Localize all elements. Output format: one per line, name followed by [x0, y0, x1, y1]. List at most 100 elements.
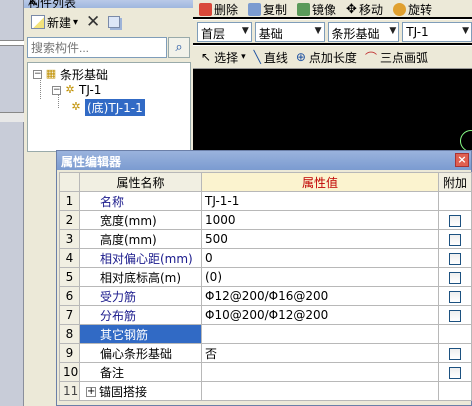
- property-row-selected[interactable]: 8 其它钢筋: [59, 324, 472, 344]
- point-length-button[interactable]: ⊕ 点加长度: [296, 49, 357, 66]
- property-value[interactable]: 500: [201, 229, 439, 249]
- extra-cell: [438, 324, 472, 344]
- property-row[interactable]: 1 名称 TJ-1-1: [59, 191, 472, 211]
- property-group[interactable]: + 锚固搭接: [79, 381, 202, 401]
- extra-checkbox[interactable]: [449, 214, 461, 227]
- property-editor-window: 属性编辑器 × 属性名称 属性值 附加 1 名称 TJ-1-1 2 宽度(mm): [56, 150, 472, 406]
- extra-cell: [438, 267, 472, 287]
- dock-tab[interactable]: [0, 40, 24, 46]
- property-row[interactable]: 4 相对偏心距(mm) 0: [59, 248, 472, 268]
- row-index: 9: [59, 343, 80, 363]
- property-value[interactable]: Φ12@200/Φ16@200: [201, 286, 439, 306]
- chevron-down-icon[interactable]: ▾: [73, 17, 78, 28]
- extra-checkbox[interactable]: [449, 233, 461, 246]
- extra-checkbox[interactable]: [449, 347, 461, 360]
- category-select[interactable]: 基础 ▼: [254, 21, 325, 42]
- pointer-icon: ↖: [201, 50, 212, 64]
- edit-toolbar: 删除 复制 镜像 ✥ 移动 旋转: [193, 0, 472, 17]
- expand-icon[interactable]: +: [86, 387, 96, 397]
- extra-checkbox[interactable]: [449, 271, 461, 284]
- search-input[interactable]: [27, 37, 167, 58]
- property-value[interactable]: [201, 324, 439, 344]
- extra-checkbox[interactable]: [449, 252, 461, 265]
- row-index: 5: [59, 267, 80, 287]
- property-row[interactable]: 6 受力筋 Φ12@200/Φ16@200: [59, 286, 472, 306]
- chevron-down-icon[interactable]: ▾: [241, 52, 246, 62]
- type-select-value: 条形基础: [331, 26, 380, 41]
- property-row[interactable]: 3 高度(mm) 500: [59, 229, 472, 249]
- close-icon[interactable]: ×: [28, 0, 190, 7]
- extra-cell: [438, 191, 472, 211]
- extra-cell: [438, 229, 472, 249]
- extra-checkbox[interactable]: [449, 290, 461, 303]
- delete-component-button[interactable]: ✕: [84, 12, 102, 32]
- copy-icon: [108, 16, 121, 28]
- move-icon: ✥: [346, 2, 357, 17]
- component-select[interactable]: TJ-1 ▼: [402, 21, 472, 42]
- extra-column-header: 附加: [438, 172, 472, 192]
- property-value[interactable]: Φ10@200/Φ12@200: [201, 305, 439, 325]
- property-value[interactable]: (0): [201, 267, 439, 287]
- collapse-icon[interactable]: −: [52, 85, 61, 95]
- property-name: 锚固搭接: [99, 384, 148, 399]
- type-select[interactable]: 条形基础 ▼: [327, 21, 400, 42]
- tree-node-label: 条形基础: [60, 67, 109, 82]
- chevron-down-icon: ▼: [241, 25, 249, 36]
- floor-select-value: 首层: [201, 26, 226, 41]
- filter-toolbar: 首层 ▼ 基础 ▼ 条形基础 ▼ TJ-1 ▼: [193, 19, 472, 43]
- delete-label: 删除: [214, 3, 239, 17]
- property-row[interactable]: 11 + 锚固搭接: [59, 381, 472, 401]
- property-row[interactable]: 7 分布筋 Φ10@200/Φ12@200: [59, 305, 472, 325]
- delete-button[interactable]: 删除: [199, 1, 238, 17]
- tree-node-strip-foundation[interactable]: − ▦ 条形基础: [33, 66, 108, 82]
- rotate-icon: [392, 3, 406, 16]
- close-button[interactable]: ×: [455, 153, 469, 167]
- tree-node-tj1[interactable]: − ✲ TJ-1: [52, 82, 101, 98]
- row-index: 7: [59, 305, 80, 325]
- copy-button[interactable]: 复制: [248, 1, 287, 17]
- delete-icon: [199, 3, 212, 16]
- property-value[interactable]: 否: [201, 343, 439, 363]
- line-button[interactable]: ╲ 直线: [254, 49, 288, 66]
- value-column-header: 属性值: [201, 172, 439, 192]
- line-icon: ╲: [253, 50, 261, 64]
- property-name: 受力筋: [79, 286, 202, 306]
- mirror-button[interactable]: 镜像: [297, 1, 336, 17]
- select-button[interactable]: ↖ 选择 ▾: [201, 49, 246, 66]
- property-name: 宽度(mm): [79, 210, 202, 230]
- new-button-label: 新建: [47, 15, 72, 30]
- move-button[interactable]: ✥ 移动: [346, 1, 383, 17]
- floor-select[interactable]: 首层 ▼: [197, 21, 252, 42]
- property-value[interactable]: 0: [201, 248, 439, 268]
- property-row[interactable]: 5 相对底标高(m) (0): [59, 267, 472, 287]
- extra-checkbox[interactable]: [449, 366, 461, 379]
- category-select-value: 基础: [258, 26, 283, 41]
- property-table: 属性名称 属性值 附加 1 名称 TJ-1-1 2 宽度(mm) 1000 3 …: [59, 172, 472, 401]
- property-name: 偏心条形基础: [79, 343, 202, 363]
- left-dock-edge: [0, 0, 24, 406]
- collapse-icon[interactable]: −: [33, 69, 42, 79]
- component-select-value: TJ-1: [406, 24, 429, 39]
- property-value[interactable]: TJ-1-1: [201, 191, 439, 211]
- extra-checkbox[interactable]: [449, 309, 461, 322]
- dock-tab-2[interactable]: [0, 112, 24, 122]
- arc-button[interactable]: ⌒ 三点画弧: [365, 49, 428, 66]
- search-button[interactable]: ⌕: [168, 37, 190, 58]
- new-button[interactable]: 新建 ▾: [29, 12, 80, 32]
- delete-icon: ✕: [86, 11, 101, 32]
- property-value[interactable]: [201, 362, 439, 382]
- extra-cell: [438, 286, 472, 306]
- rotate-label: 旋转: [407, 3, 432, 17]
- copy-label: 复制: [263, 3, 288, 17]
- copy-component-button[interactable]: [106, 12, 122, 32]
- property-row[interactable]: 9 偏心条形基础 否: [59, 343, 472, 363]
- property-row[interactable]: 10 备注: [59, 362, 472, 382]
- tree-node-tj1-1[interactable]: ✲ (底)TJ-1-1: [70, 98, 145, 116]
- rotate-button[interactable]: 旋转: [392, 1, 432, 17]
- row-index: 3: [59, 229, 80, 249]
- row-index: 1: [59, 191, 80, 211]
- tree-node-label: TJ-1: [79, 83, 102, 97]
- property-row[interactable]: 2 宽度(mm) 1000: [59, 210, 472, 230]
- property-value: [201, 381, 439, 401]
- property-value[interactable]: 1000: [201, 210, 439, 230]
